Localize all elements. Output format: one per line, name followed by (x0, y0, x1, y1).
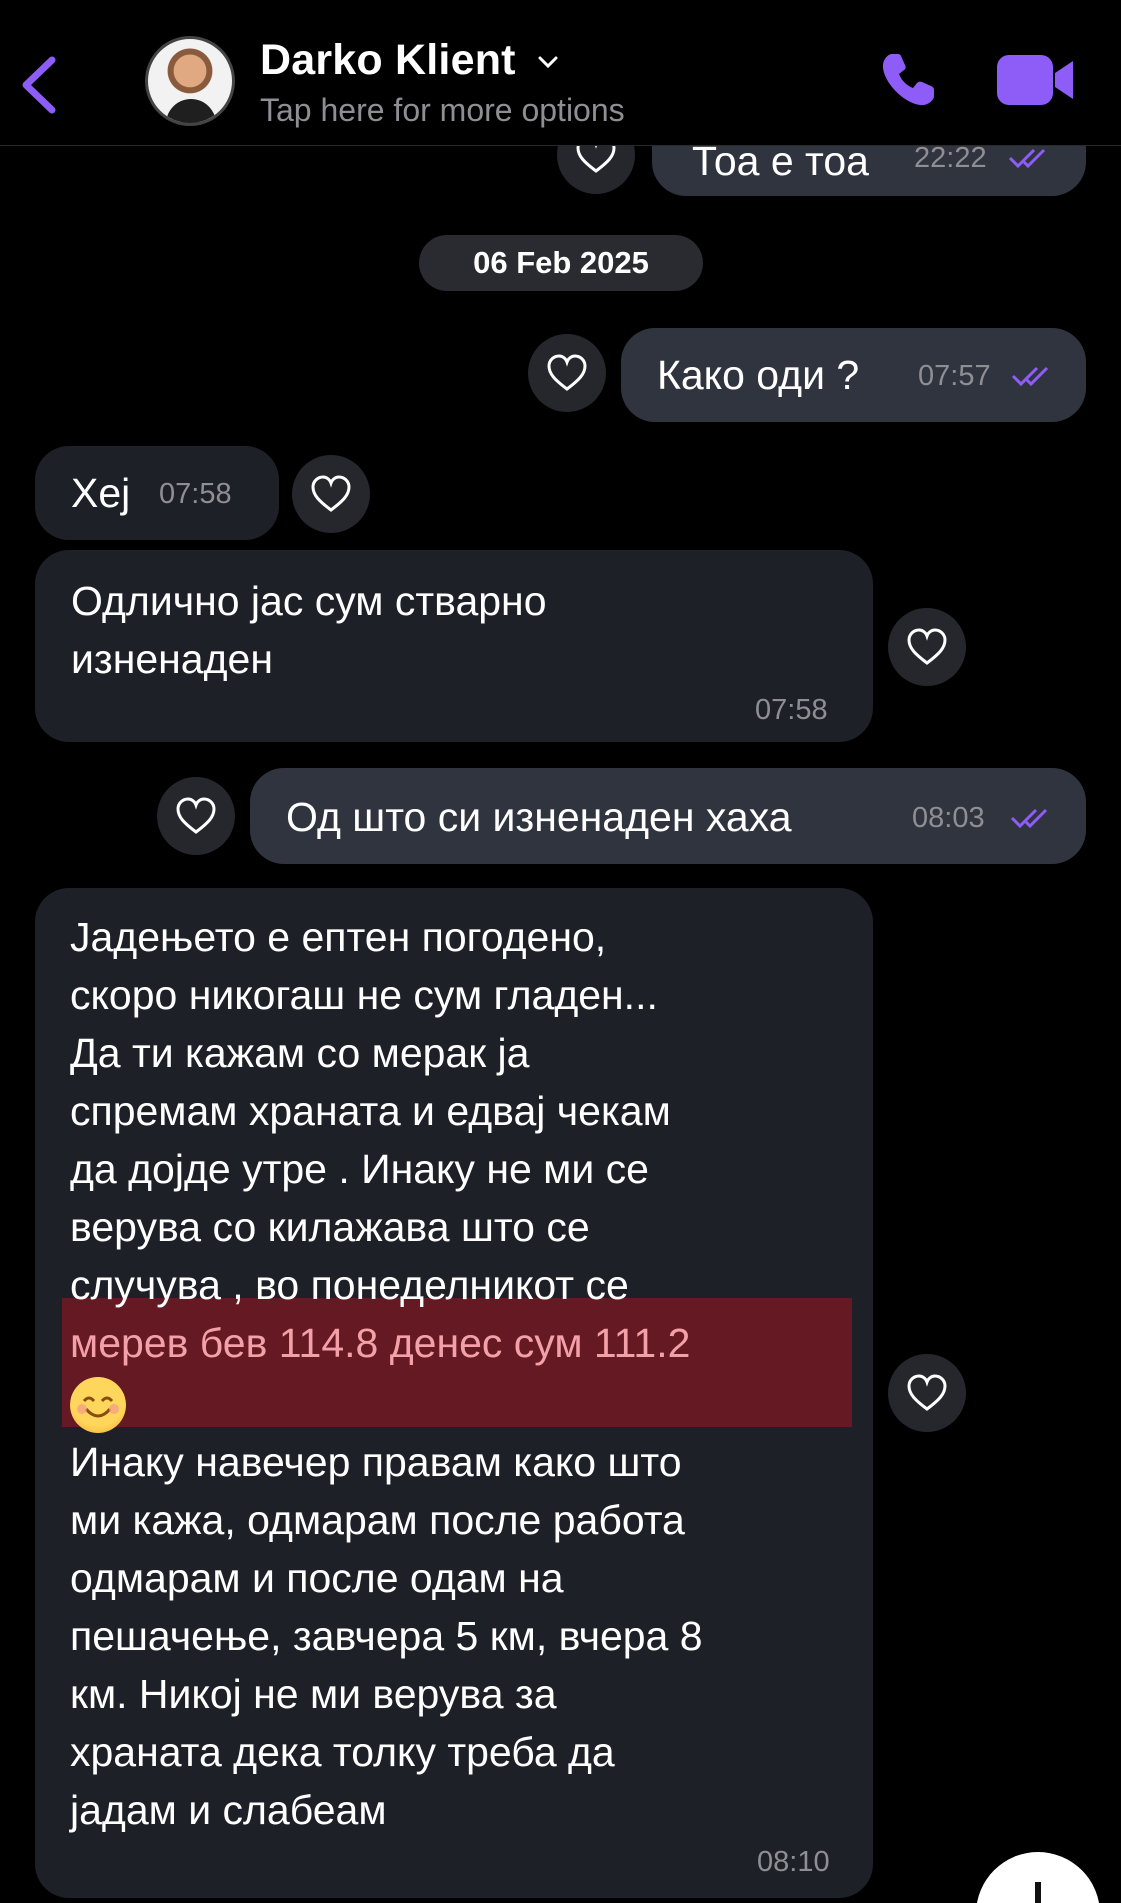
message-line: да дојде утре . Инаку не ми се (70, 1146, 649, 1192)
message-line: км. Никој не ми верува за (70, 1671, 557, 1718)
scroll-down-button[interactable] (976, 1852, 1100, 1903)
like-button[interactable] (888, 608, 966, 686)
message-line-highlighted: мерев бев 114.8 денес сум 111.2 (70, 1320, 691, 1366)
chevron-down-icon[interactable] (536, 50, 560, 74)
message-line: скоро никогаш не сум гладен... (70, 972, 658, 1018)
message-line: ми кажа, одмарам после работа (70, 1497, 685, 1544)
message-line: пешачење, завчера 5 км, вчера 8 (70, 1613, 703, 1660)
date-separator: 06 Feb 2025 (419, 235, 703, 291)
message-time: 22:22 (914, 142, 987, 174)
like-button[interactable] (157, 777, 235, 855)
like-button[interactable] (528, 334, 606, 412)
read-receipt-icon (1011, 366, 1049, 386)
message-line: Инаку навечер правам како што (70, 1439, 682, 1486)
back-arrow-icon[interactable] (18, 52, 62, 118)
message-time: 08:10 (757, 1846, 830, 1878)
message-text: Хеј (71, 470, 131, 516)
message-time: 08:03 (912, 802, 985, 834)
message-text-block: Јадењето е ептен погодено, скоро никогаш… (70, 908, 850, 1839)
message-time: 07:58 (159, 478, 232, 510)
message-bubble-incoming[interactable]: Хеј 07:58 (35, 446, 279, 540)
message-text: Како оди ? (657, 352, 860, 398)
message-line: храната дека толку треба да (70, 1729, 615, 1776)
message-line: изненаден (71, 636, 273, 682)
heart-icon (907, 628, 947, 665)
heart-icon (547, 354, 587, 391)
message-line: спремам храната и едвај чекам (70, 1088, 671, 1134)
message-bubble-outgoing[interactable]: Од што си изненаден хаха 08:03 (250, 768, 1086, 864)
message-line: Да ти кажам со мерак ја (70, 1030, 530, 1076)
heart-icon (311, 475, 351, 512)
message-line: одмарам и после одам на (70, 1555, 564, 1602)
message-line: верува со килажава што се (70, 1204, 590, 1250)
phone-call-icon[interactable] (878, 50, 938, 110)
message-time: 07:57 (918, 360, 991, 392)
message-line: Јадењето е ептен погодено, (70, 914, 607, 960)
message-time: 07:58 (755, 694, 828, 726)
message-line: јадам и слабеам (70, 1787, 387, 1834)
like-button[interactable] (888, 1354, 966, 1432)
message-bubble-incoming[interactable]: Одлично јас сум стварно изненаден 07:58 (35, 550, 873, 742)
message-line: Одлично јас сум стварно (71, 578, 547, 624)
message-text: Од што си изненаден хаха (286, 794, 792, 840)
contact-subtitle[interactable]: Tap here for more options (260, 92, 625, 129)
video-call-icon[interactable] (995, 53, 1075, 107)
contact-avatar[interactable] (145, 36, 235, 126)
heart-icon (176, 797, 216, 834)
message-line: случува , во понеделникот се (70, 1262, 629, 1308)
emoji-line (70, 1372, 850, 1434)
read-receipt-icon (1008, 148, 1046, 168)
plus-icon (1035, 1882, 1041, 1903)
smiling-face-emoji-icon (70, 1377, 126, 1434)
message-bubble-outgoing[interactable]: Како оди ? 07:57 (621, 328, 1086, 422)
chat-header: Darko Klient Tap here for more options (0, 0, 1121, 146)
read-receipt-icon (1010, 808, 1048, 828)
contact-name[interactable]: Darko Klient (260, 36, 516, 85)
heart-icon (907, 1374, 947, 1411)
like-button[interactable] (292, 455, 370, 533)
